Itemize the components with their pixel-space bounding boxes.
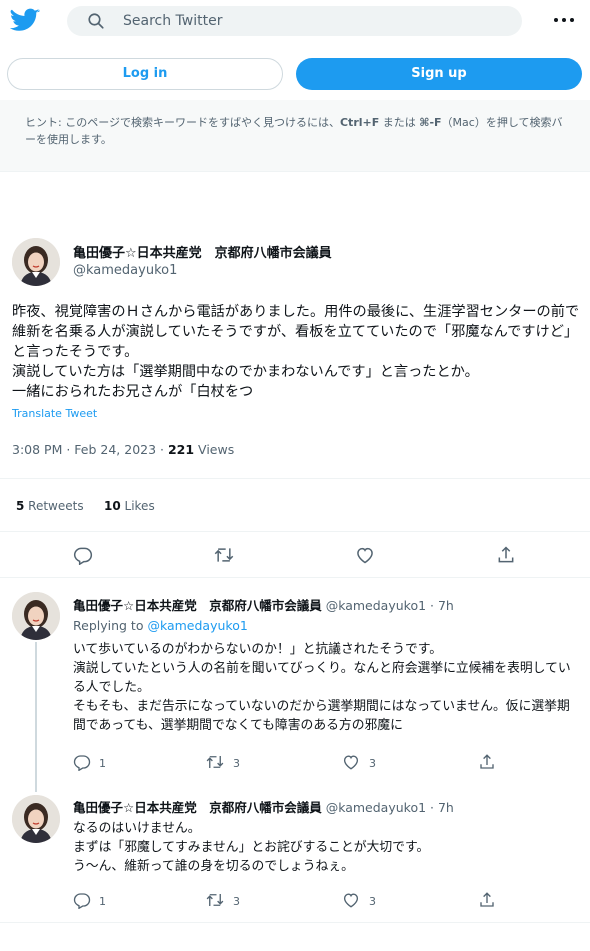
like-count: 3 xyxy=(369,757,376,770)
reply-text: いて歩いているのがわからないのか！」と抗議されたそうです。 演説していたという人… xyxy=(73,642,571,733)
avatar-portrait xyxy=(12,592,60,640)
author-handle[interactable]: @kamedayuko1 xyxy=(73,263,177,278)
reply-header[interactable]: 亀田優子☆日本共産党 京都府八幡市会議員 @kamedayuko1 · 7h xyxy=(73,797,454,816)
tweet-timestamp[interactable]: 3:08 PM · Feb 24, 2023 · 221 Views xyxy=(12,442,234,457)
avatar[interactable] xyxy=(12,238,60,286)
share-icon[interactable] xyxy=(496,545,516,565)
reply-count: 1 xyxy=(99,895,106,908)
tweet-actions xyxy=(0,532,590,578)
reply-header[interactable]: 亀田優子☆日本共産党 京都府八幡市会議員 @kamedayuko1 · 7h xyxy=(73,595,454,614)
avatar[interactable] xyxy=(12,795,60,843)
tweet-stats: 5 Retweets 10 Likes xyxy=(0,478,590,532)
share-icon[interactable] xyxy=(478,753,496,771)
replying-to-link[interactable]: @kamedayuko1 xyxy=(147,618,247,633)
avatar-portrait xyxy=(12,795,60,843)
tweet-text: 昨夜、視覚障害のＨさんから電話がありました。用件の最後に、生涯学習センターの前で… xyxy=(12,304,580,400)
retweet-icon[interactable] xyxy=(206,753,224,771)
search-bar[interactable]: Search Twitter xyxy=(67,6,522,36)
more-icon[interactable] xyxy=(552,13,576,27)
retweet-count: 3 xyxy=(233,895,240,908)
translate-tweet-link[interactable]: Translate Tweet xyxy=(12,407,97,420)
reply-text: なるのはいけません。 まずは「邪魔してすみません」とお詫びすることが大切です。 … xyxy=(73,821,430,874)
like-count: 3 xyxy=(369,895,376,908)
reply-count: 1 xyxy=(99,757,106,770)
like-icon[interactable] xyxy=(342,753,360,771)
retweet-icon[interactable] xyxy=(214,545,234,565)
top-bar: Search Twitter Log in Sign up xyxy=(0,0,590,100)
signup-button[interactable]: Sign up xyxy=(296,58,582,90)
retweets-stat[interactable]: 5 Retweets xyxy=(16,499,84,513)
divider xyxy=(0,922,590,923)
reply-icon[interactable] xyxy=(73,545,93,565)
retweet-icon[interactable] xyxy=(206,891,224,909)
login-button[interactable]: Log in xyxy=(7,58,283,90)
search-icon xyxy=(88,13,104,29)
like-icon[interactable] xyxy=(355,545,375,565)
like-icon[interactable] xyxy=(342,891,360,909)
retweet-count: 3 xyxy=(233,757,240,770)
author-name[interactable]: 亀田優子☆日本共産党 京都府八幡市会議員 xyxy=(73,242,332,261)
share-icon[interactable] xyxy=(478,891,496,909)
thread-line xyxy=(35,642,37,792)
views-count: 221 xyxy=(167,442,195,457)
avatar[interactable] xyxy=(12,592,60,640)
reply-icon[interactable] xyxy=(73,891,91,909)
twitter-bird-icon[interactable] xyxy=(10,8,40,34)
avatar-portrait xyxy=(12,238,60,286)
reply-icon[interactable] xyxy=(73,753,91,771)
keyboard-hint-text: ヒント: このページで検索キーワードをすばやく見つけるには、Ctrl+F または… xyxy=(25,116,563,146)
replying-to: Replying to @kamedayuko1 xyxy=(73,618,248,633)
likes-stat[interactable]: 10 Likes xyxy=(104,499,155,513)
search-placeholder: Search Twitter xyxy=(123,13,223,29)
